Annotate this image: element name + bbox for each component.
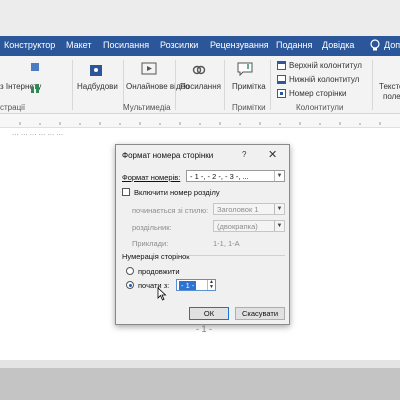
footer-page-number[interactable]: - 1 - (196, 324, 212, 334)
ribbon-insert: з Інтернету страції Надбудови Онлайнове … (0, 56, 400, 114)
ribbon-separator (224, 60, 225, 110)
comment-icon[interactable] (237, 62, 253, 76)
comment-button[interactable]: Примітка (232, 82, 266, 91)
ruler-ticks (19, 122, 381, 125)
links-button[interactable]: Посилання (180, 82, 221, 91)
group-separator (187, 255, 285, 256)
page-number-button[interactable]: Номер сторінки (289, 89, 346, 98)
include-chapter-label: Включити номер розділу (134, 188, 220, 197)
cancel-button[interactable]: Скасувати (235, 307, 285, 320)
ribbon-separator (175, 60, 176, 110)
horizontal-ruler[interactable] (0, 114, 400, 128)
lightbulb-icon[interactable] (369, 39, 381, 52)
chevron-down-icon: ▼ (274, 204, 284, 214)
media-group-label: Мультимедіа (123, 103, 171, 112)
number-format-select[interactable]: - 1 -, - 2 -, - 3 -, ... ▼ (186, 170, 285, 182)
ribbon-separator (72, 60, 73, 110)
chevron-down-icon: ▼ (274, 221, 284, 231)
textbox-button-line2[interactable]: поле (383, 92, 400, 101)
header-button[interactable]: Верхній колонтитул (289, 61, 362, 70)
illustrations-group-label: страції (0, 103, 26, 112)
textbox-button[interactable]: Тексто (379, 82, 400, 91)
online-video-icon[interactable] (141, 62, 157, 76)
tab-layout[interactable]: Макет (66, 40, 91, 50)
tab-review[interactable]: Рецензування (210, 40, 269, 50)
tab-help[interactable]: Довідка (322, 40, 354, 50)
ribbon-separator (372, 60, 373, 110)
page-number-icon (277, 89, 286, 98)
addins-icon[interactable] (88, 62, 104, 78)
bottom-strip (0, 368, 400, 400)
shapes-icon[interactable] (30, 62, 44, 74)
tab-assist[interactable]: Допо (384, 40, 400, 50)
include-chapter-checkbox[interactable] (122, 188, 130, 196)
links-icon[interactable] (191, 62, 207, 78)
comments-group-label: Примітки (232, 103, 266, 112)
title-strip (0, 0, 400, 36)
footer-icon (277, 75, 286, 84)
chart-icon[interactable] (30, 82, 44, 94)
tab-references[interactable]: Посилання (103, 40, 149, 50)
continue-label: продовжити (138, 267, 180, 276)
ribbon-separator (270, 60, 271, 110)
help-button[interactable]: ? (242, 150, 246, 159)
header-icon (277, 61, 286, 70)
tab-constructor[interactable]: Конструктор (4, 40, 55, 50)
start-at-value[interactable]: - 1 - (179, 281, 197, 290)
page-numbering-label: Нумерація сторінок (122, 252, 190, 261)
document-text[interactable]: ... ... ... ... ... ... (12, 128, 63, 137)
header-footer-group-label: Колонтитули (296, 103, 344, 112)
chapter-style-value: Заголовок 1 (217, 205, 259, 214)
ok-button[interactable]: ОК (189, 307, 229, 320)
spinner-arrows-icon[interactable]: ▲ ▼ (207, 280, 215, 290)
examples-label: Приклади: (132, 239, 169, 248)
mouse-cursor-icon (157, 287, 167, 301)
separator-select[interactable]: (двокрапка) ▼ (213, 220, 285, 232)
tab-view[interactable]: Подання (276, 40, 312, 50)
start-at-radio[interactable] (126, 281, 134, 289)
start-at-spinner[interactable]: - 1 - ▲ ▼ (176, 279, 216, 291)
number-format-value: - 1 -, - 2 -, - 3 -, ... (190, 172, 249, 181)
chapter-starts-label: починається зі стилю: (132, 206, 209, 215)
number-format-label: Формат номерів: (122, 173, 181, 182)
continue-radio[interactable] (126, 267, 134, 275)
close-button[interactable]: ✕ (268, 148, 277, 161)
separator-value: (двокрапка) (217, 222, 258, 231)
examples-value: 1-1, 1-A (213, 239, 240, 248)
addins-button[interactable]: Надбудови (77, 82, 118, 91)
tab-mailings[interactable]: Розсилки (160, 40, 198, 50)
separator-label: роздільник: (132, 223, 172, 232)
dialog-title: Формат номера сторінки (122, 151, 214, 160)
page-number-format-dialog: Формат номера сторінки ? ✕ Формат номері… (115, 144, 290, 325)
ribbon-tab-bar: Конструктор Макет Посилання Розсилки Рец… (0, 36, 400, 56)
chapter-style-select[interactable]: Заголовок 1 ▼ (213, 203, 285, 215)
footer-button[interactable]: Нижній колонтитул (289, 75, 359, 84)
chevron-down-icon: ▼ (274, 171, 284, 181)
